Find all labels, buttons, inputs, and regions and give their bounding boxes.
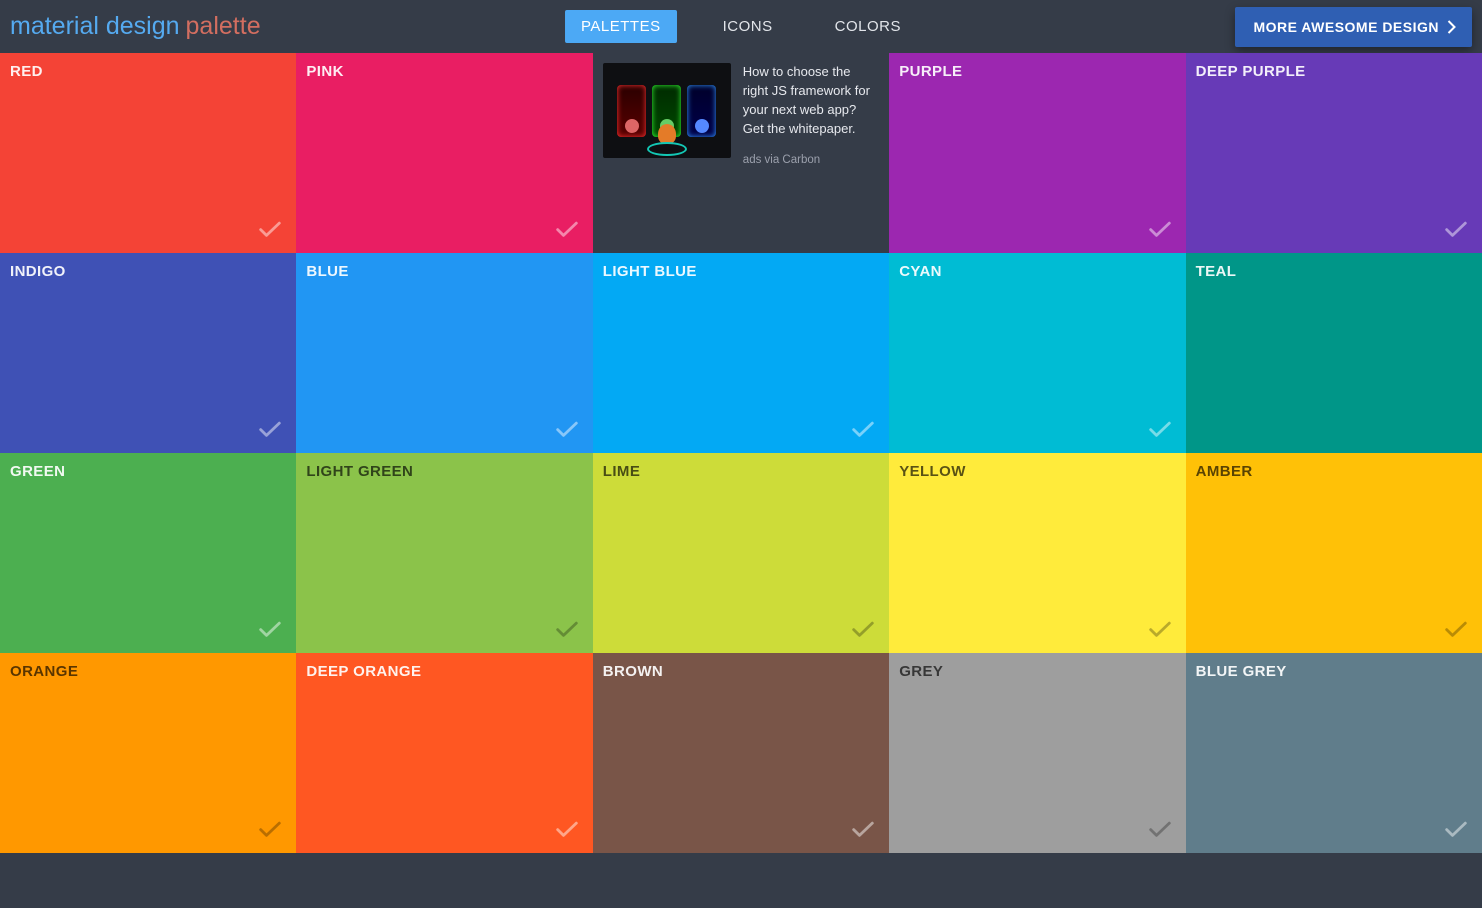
swatch-light-blue[interactable]: LIGHT BLUE <box>593 253 889 453</box>
swatch-yellow[interactable]: YELLOW <box>889 453 1185 653</box>
ad-thumbnail <box>603 63 731 158</box>
check-icon <box>1442 215 1470 243</box>
logo-text-accent: palette <box>186 12 261 41</box>
ad-text-column: How to choose the right JS framework for… <box>743 63 879 243</box>
swatch-label: INDIGO <box>10 263 286 280</box>
check-icon <box>256 815 284 843</box>
check-icon <box>553 615 581 643</box>
check-icon <box>256 615 284 643</box>
swatch-deep-purple[interactable]: DEEP PURPLE <box>1186 53 1482 253</box>
swatch-label: PINK <box>306 63 582 80</box>
swatch-purple[interactable]: PURPLE <box>889 53 1185 253</box>
swatch-label: RED <box>10 63 286 80</box>
check-icon <box>1146 215 1174 243</box>
tab-icons[interactable]: ICONS <box>707 10 789 43</box>
swatch-blue[interactable]: BLUE <box>296 253 592 453</box>
swatch-label: LIME <box>603 463 879 480</box>
check-icon <box>849 615 877 643</box>
swatch-green[interactable]: GREEN <box>0 453 296 653</box>
swatch-label: BLUE <box>306 263 582 280</box>
swatch-light-green[interactable]: LIGHT GREEN <box>296 453 592 653</box>
swatch-deep-orange[interactable]: DEEP ORANGE <box>296 653 592 853</box>
check-icon <box>256 215 284 243</box>
chevron-right-icon <box>1447 20 1456 34</box>
swatch-orange[interactable]: ORANGE <box>0 653 296 853</box>
swatch-label: GREY <box>899 663 1175 680</box>
check-icon <box>849 415 877 443</box>
tab-palettes[interactable]: PALETTES <box>565 10 677 43</box>
swatch-amber[interactable]: AMBER <box>1186 453 1482 653</box>
swatch-label: PURPLE <box>899 63 1175 80</box>
ad-copy: How to choose the right JS framework for… <box>743 63 879 138</box>
swatch-lime[interactable]: LIME <box>593 453 889 653</box>
check-icon <box>553 215 581 243</box>
check-icon <box>1442 815 1470 843</box>
app-header: material design palette PALETTES ICONS COL… <box>0 0 1482 53</box>
swatch-label: LIGHT BLUE <box>603 263 879 280</box>
swatch-label: TEAL <box>1196 263 1472 280</box>
swatch-indigo[interactable]: INDIGO <box>0 253 296 453</box>
carbon-ad[interactable]: How to choose the right JS framework for… <box>593 53 889 253</box>
check-icon <box>256 415 284 443</box>
cta-label: MORE AWESOME DESIGN <box>1253 19 1439 35</box>
swatch-label: AMBER <box>1196 463 1472 480</box>
ad-attribution[interactable]: ads via Carbon <box>743 152 879 169</box>
more-awesome-design-button[interactable]: MORE AWESOME DESIGN <box>1235 7 1472 47</box>
swatch-brown[interactable]: BROWN <box>593 653 889 853</box>
swatch-label: LIGHT GREEN <box>306 463 582 480</box>
swatch-label: DEEP ORANGE <box>306 663 582 680</box>
check-icon <box>553 415 581 443</box>
check-icon <box>1146 415 1174 443</box>
swatch-pink[interactable]: PINK <box>296 53 592 253</box>
swatch-label: CYAN <box>899 263 1175 280</box>
check-icon <box>849 815 877 843</box>
swatch-teal[interactable]: TEAL <box>1186 253 1482 453</box>
swatch-red[interactable]: RED <box>0 53 296 253</box>
swatch-grey[interactable]: GREY <box>889 653 1185 853</box>
swatch-label: BROWN <box>603 663 879 680</box>
logo[interactable]: material design palette <box>10 12 261 41</box>
check-icon <box>1146 815 1174 843</box>
tab-colors[interactable]: COLORS <box>819 10 917 43</box>
swatch-label: ORANGE <box>10 663 286 680</box>
palette-grid: RED PINK How to choose the right JS framew… <box>0 53 1482 853</box>
check-icon <box>1442 615 1470 643</box>
swatch-label: YELLOW <box>899 463 1175 480</box>
main-tabs: PALETTES ICONS COLORS <box>565 10 917 43</box>
check-icon <box>1146 615 1174 643</box>
check-icon <box>553 815 581 843</box>
swatch-label: DEEP PURPLE <box>1196 63 1472 80</box>
swatch-blue-grey[interactable]: BLUE GREY <box>1186 653 1482 853</box>
swatch-label: BLUE GREY <box>1196 663 1472 680</box>
swatch-cyan[interactable]: CYAN <box>889 253 1185 453</box>
swatch-label: GREEN <box>10 463 286 480</box>
logo-text-primary: material design <box>10 12 180 41</box>
